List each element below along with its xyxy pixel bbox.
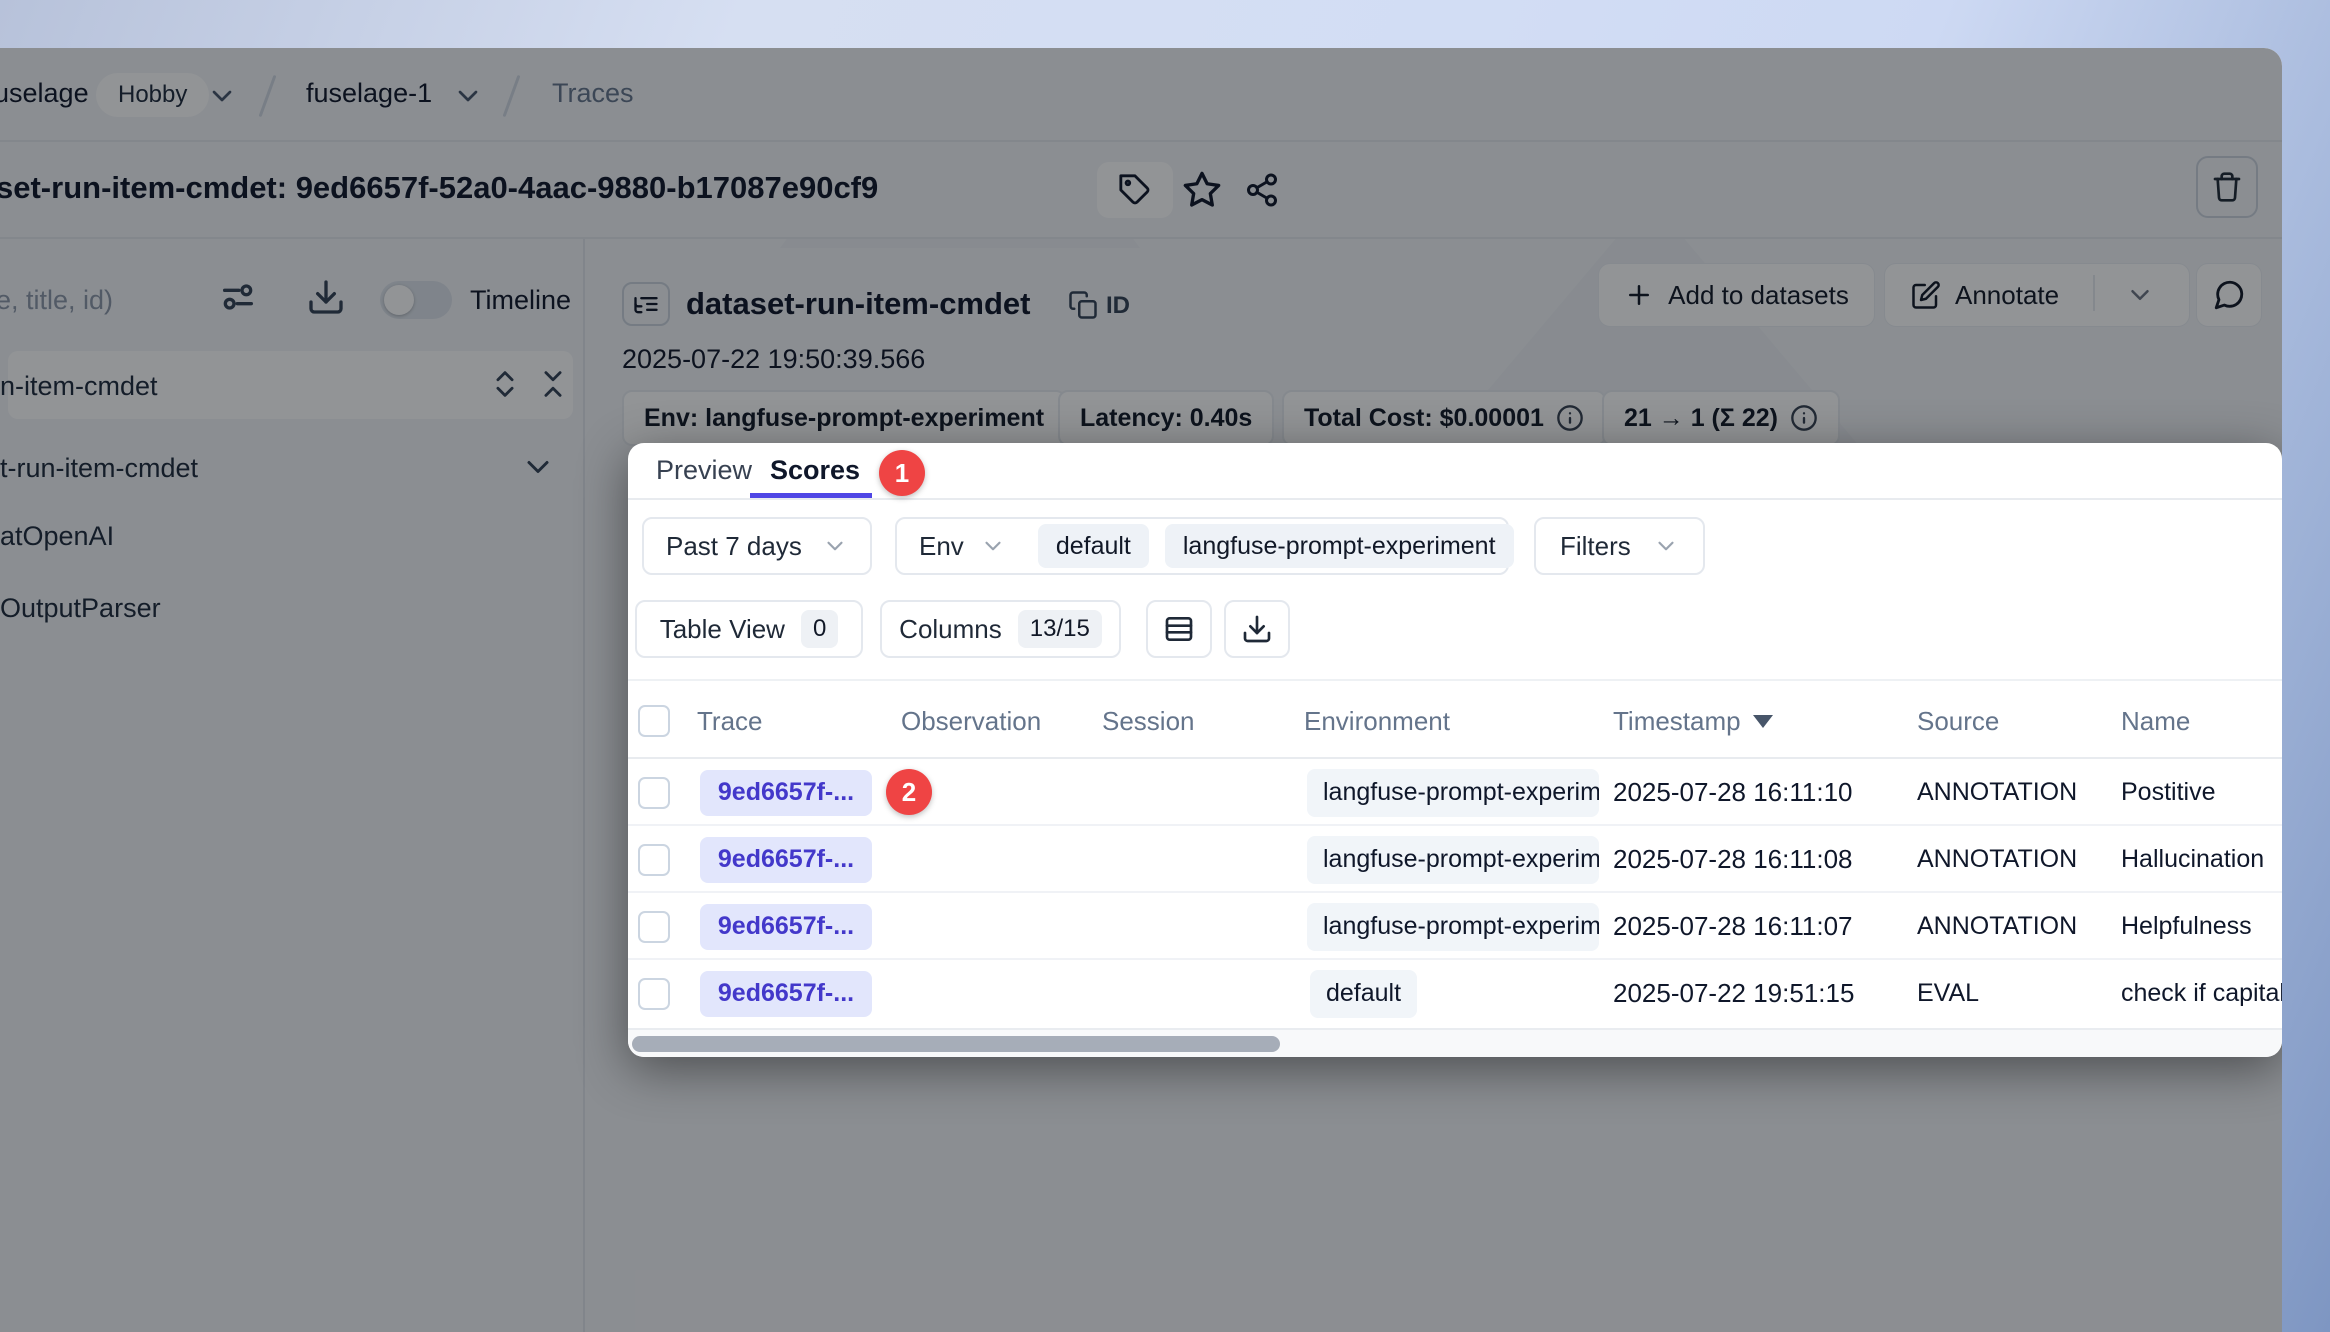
environment-chip: langfuse-prompt-experim — [1307, 836, 1599, 884]
screenshot-stage: uselage Hobby fuselage-1 Traces set-run-… — [0, 0, 2330, 1332]
tab-preview[interactable]: Preview — [656, 443, 752, 498]
chevron-down-icon — [980, 533, 1006, 559]
columns-button[interactable]: Columns 13/15 — [880, 600, 1121, 658]
name-cell: check if capital — [2121, 960, 2282, 1027]
trace-id-chip[interactable]: 9ed6657f-... — [700, 837, 872, 883]
column-header-environment: Environment — [1304, 681, 1450, 761]
export-download-button[interactable] — [1224, 600, 1290, 658]
column-header-source: Source — [1917, 681, 1999, 761]
env-filter-label: Env — [919, 531, 964, 562]
row-checkbox[interactable] — [638, 844, 670, 876]
date-range-button[interactable]: Past 7 days — [642, 517, 872, 575]
table-row: 9ed6657f-... langfuse-prompt-experim 202… — [628, 893, 2282, 960]
env-chip-experiment: langfuse-prompt-experiment — [1165, 524, 1514, 568]
timestamp-cell: 2025-07-28 16:11:10 — [1613, 759, 1853, 826]
app-window: uselage Hobby fuselage-1 Traces set-run-… — [0, 48, 2282, 1332]
table-row: 9ed6657f-... default 2025-07-22 19:51:15… — [628, 960, 2282, 1027]
timestamp-header-label: Timestamp — [1613, 706, 1741, 737]
columns-label: Columns — [899, 614, 1002, 645]
chevron-down-icon — [822, 533, 848, 559]
source-cell: ANNOTATION — [1917, 759, 2077, 826]
tab-bar: Preview Scores — [628, 443, 2282, 500]
column-header-session: Session — [1102, 681, 1195, 761]
name-cell: Postitive — [2121, 759, 2215, 826]
table-view-label: Table View — [660, 614, 785, 645]
column-header-trace: Trace — [697, 681, 763, 761]
name-cell: Hallucination — [2121, 826, 2264, 893]
table-row: 9ed6657f-... langfuse-prompt-experim 202… — [628, 826, 2282, 893]
download-icon — [1241, 613, 1273, 645]
select-all-checkbox[interactable] — [638, 705, 670, 737]
table-view-count: 0 — [801, 610, 838, 648]
horizontal-scrollbar-track[interactable] — [628, 1028, 2282, 1057]
scores-panel: Preview Scores 1 Past 7 days Env default… — [628, 443, 2282, 1057]
annotation-marker-1: 1 — [879, 450, 925, 496]
table-view-button[interactable]: Table View 0 — [635, 600, 863, 658]
source-cell: ANNOTATION — [1917, 893, 2077, 960]
column-header-name: Name — [2121, 681, 2190, 761]
tab-scores[interactable]: Scores — [770, 443, 860, 498]
name-cell: Helpfulness — [2121, 893, 2252, 960]
chevron-down-icon — [1653, 533, 1679, 559]
column-header-observation: Observation — [901, 681, 1041, 761]
table-header-row: Trace Observation Session Environment Ti… — [628, 679, 2282, 759]
columns-count: 13/15 — [1018, 610, 1102, 648]
timestamp-cell: 2025-07-22 19:51:15 — [1613, 960, 1854, 1027]
active-tab-underline — [750, 493, 872, 498]
horizontal-scrollbar-thumb[interactable] — [632, 1036, 1280, 1052]
environment-chip: default — [1310, 970, 1417, 1018]
annotation-marker-2: 2 — [886, 769, 932, 815]
row-checkbox[interactable] — [638, 777, 670, 809]
trace-id-chip[interactable]: 9ed6657f-... — [700, 770, 872, 816]
filters-label: Filters — [1560, 531, 1631, 562]
env-filter-button[interactable]: Env default langfuse-prompt-experiment — [895, 517, 1509, 575]
row-checkbox[interactable] — [638, 978, 670, 1010]
timestamp-cell: 2025-07-28 16:11:07 — [1613, 893, 1853, 960]
date-range-label: Past 7 days — [666, 531, 802, 562]
source-cell: EVAL — [1917, 960, 1979, 1027]
column-header-timestamp[interactable]: Timestamp — [1613, 681, 1773, 761]
row-checkbox[interactable] — [638, 911, 670, 943]
table-row: 9ed6657f-... langfuse-prompt-experim 202… — [628, 759, 2282, 826]
row-height-button[interactable] — [1146, 600, 1212, 658]
source-cell: ANNOTATION — [1917, 826, 2077, 893]
sort-descending-icon — [1753, 715, 1773, 728]
environment-chip: langfuse-prompt-experim — [1307, 903, 1599, 951]
rows-icon — [1163, 613, 1195, 645]
filters-button[interactable]: Filters — [1534, 517, 1705, 575]
env-chip-default: default — [1038, 524, 1149, 568]
trace-id-chip[interactable]: 9ed6657f-... — [700, 904, 872, 950]
trace-id-chip[interactable]: 9ed6657f-... — [700, 971, 872, 1017]
environment-chip: langfuse-prompt-experim — [1307, 769, 1599, 817]
timestamp-cell: 2025-07-28 16:11:08 — [1613, 826, 1853, 893]
